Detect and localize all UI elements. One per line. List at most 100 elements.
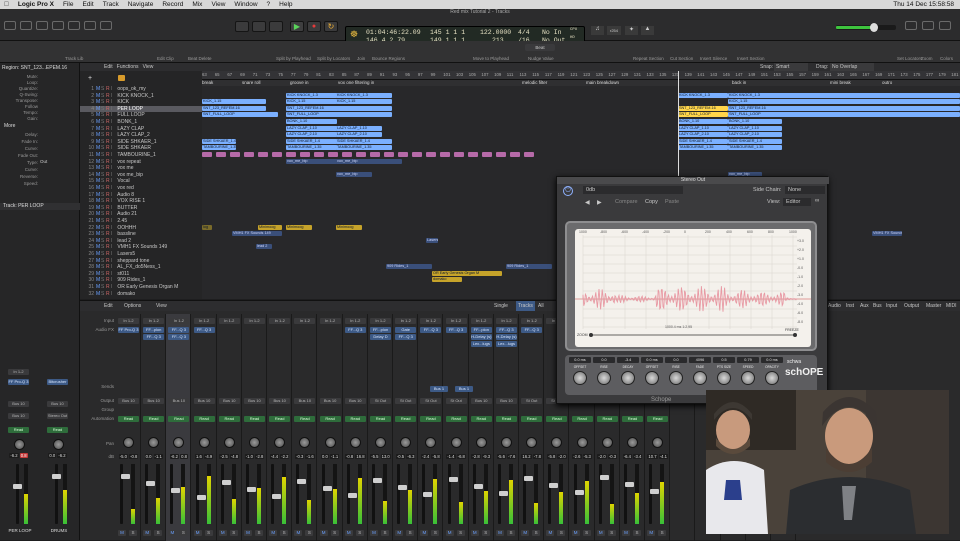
automation-slot[interactable]: Read: [470, 416, 492, 422]
volume-fader[interactable]: [145, 464, 156, 524]
pan-knob[interactable]: [249, 437, 260, 448]
next-preset-icon[interactable]: ▶: [597, 199, 602, 206]
volume-fader[interactable]: [624, 464, 634, 524]
track-name[interactable]: st011: [117, 271, 129, 277]
toolbar-label[interactable]: Bounce Regions: [372, 56, 405, 61]
region[interactable]: [342, 152, 352, 157]
volume-fader[interactable]: [422, 464, 433, 524]
input-slot[interactable]: In 1-2: [8, 369, 29, 375]
input-monitor-button[interactable]: I: [111, 205, 116, 211]
track-header[interactable]: 30 MS RI 909 Rides_1: [80, 277, 202, 283]
prev-preset-icon[interactable]: ◀: [585, 199, 590, 206]
automation-slot[interactable]: Read: [395, 416, 417, 422]
region[interactable]: LAZY CLAP_1.10: [286, 125, 337, 131]
marker[interactable]: mini break: [830, 80, 851, 85]
ruler[interactable]: 63 65 67 69 71 73 75 77 79 81 83 85 87 89 91 93 95 97 99 10…: [202, 71, 960, 80]
filter-output[interactable]: Output: [904, 301, 919, 311]
input-monitor-button[interactable]: I: [111, 264, 116, 270]
menu-help[interactable]: Help: [279, 1, 292, 8]
track-name[interactable]: vox red: [117, 185, 133, 191]
output-slot[interactable]: Bus 10: [118, 398, 139, 404]
mute-button[interactable]: M: [496, 530, 504, 536]
toolbar-label[interactable]: Track Lib: [65, 56, 83, 61]
region[interactable]: TAMBOURINE_1.35: [678, 145, 728, 151]
region[interactable]: [454, 152, 464, 157]
region[interactable]: [244, 152, 254, 157]
region[interactable]: Lasers: [426, 237, 438, 243]
toolbar-label[interactable]: Split by Locators: [317, 56, 350, 61]
menu-window[interactable]: Window: [234, 1, 257, 8]
region[interactable]: [272, 152, 282, 157]
mode-all[interactable]: All: [538, 301, 544, 311]
automation-slot[interactable]: Read: [294, 416, 316, 422]
automation-slot[interactable]: Read: [143, 416, 165, 422]
volume-fader[interactable]: [472, 464, 483, 524]
audio-fx-slot[interactable]: FF...Q 3: [143, 334, 165, 340]
filter-bus[interactable]: Bus: [873, 301, 882, 311]
pan-knob[interactable]: [475, 437, 487, 448]
region[interactable]: SIDE SHKAER_1.4: [336, 138, 392, 144]
toolbar-label[interactable]: Nudge Value: [528, 56, 554, 61]
input-slot[interactable]: In 1-2: [168, 318, 190, 324]
mute-button[interactable]: M: [319, 530, 328, 536]
input-slot[interactable]: In 1-2: [193, 318, 215, 324]
mode-tracks[interactable]: Tracks: [516, 301, 535, 311]
input-slot[interactable]: In 1-2: [420, 318, 442, 324]
region[interactable]: OR Early Genesis Organ M: [432, 270, 502, 276]
volume-fader[interactable]: [52, 464, 61, 524]
region[interactable]: domako: [432, 277, 462, 283]
input-monitor-button[interactable]: I: [111, 192, 116, 198]
track-header[interactable]: 17 MS RI Audio 8: [80, 192, 202, 198]
input-monitor-button[interactable]: I: [111, 178, 116, 184]
output-slot[interactable]: Bus 10: [143, 398, 165, 404]
audio-fx-slot[interactable]: FF...plon: [143, 327, 165, 333]
mute-button[interactable]: M: [596, 530, 605, 536]
region[interactable]: [314, 152, 324, 157]
track-name[interactable]: Vocal: [117, 178, 129, 184]
input-slot[interactable]: In 1-2: [395, 318, 417, 324]
pan-knob[interactable]: [601, 437, 613, 448]
input-slot[interactable]: In 1-2: [344, 318, 366, 324]
region[interactable]: SNT_123_REFEM.16: [728, 105, 960, 111]
toolbar-label[interactable]: Zoom: [921, 56, 933, 61]
track-name[interactable]: PER LOOP: [117, 106, 143, 112]
solo-button[interactable]: S: [204, 530, 213, 536]
mute-button[interactable]: M: [244, 530, 252, 536]
solo-button[interactable]: S: [532, 530, 541, 536]
filter-midi[interactable]: MIDI: [946, 301, 957, 311]
track-header[interactable]: 25 MS RI VMH1 FX Sounds 149: [80, 244, 202, 250]
stop-button[interactable]: [269, 21, 283, 32]
group-slot[interactable]: Stereo Out: [47, 413, 68, 419]
solo-button[interactable]: S: [507, 530, 515, 536]
region[interactable]: [258, 152, 268, 157]
mute-button[interactable]: M: [143, 530, 152, 536]
output-slot[interactable]: Bus 10: [47, 401, 68, 407]
mute-button[interactable]: M: [622, 530, 630, 536]
region[interactable]: log: [202, 224, 212, 230]
track-header[interactable]: 8 MS RI LAZY CLAP_2: [80, 132, 202, 138]
nudge-value-select[interactable]: Beat: [525, 44, 555, 51]
automation-slot[interactable]: Read: [168, 416, 190, 422]
input-monitor-button[interactable]: I: [111, 106, 116, 112]
track-name[interactable]: VMH1 FX Sounds 149: [117, 244, 167, 250]
automation-slot[interactable]: Read: [571, 416, 593, 422]
output-slot[interactable]: Bus 10: [244, 398, 265, 404]
pan-knob[interactable]: [375, 437, 386, 448]
track-header[interactable]: 28 MS RI AL_FX_do5Ness_1: [80, 264, 202, 270]
input-monitor-button[interactable]: I: [111, 198, 116, 204]
scissors-icon[interactable]: [100, 21, 112, 30]
pan-knob[interactable]: [400, 437, 412, 448]
solo-button[interactable]: S: [179, 530, 188, 536]
toolbar-label[interactable]: Beat Delete: [188, 56, 212, 61]
track-inspector-title[interactable]: Track: PER LOOP: [0, 203, 80, 210]
track-header[interactable]: 5 MS RI FULL LOOP: [80, 112, 202, 118]
region[interactable]: LAZY CLAP_1.10: [728, 125, 782, 131]
mute-button[interactable]: M: [546, 530, 555, 536]
dial-knob[interactable]: [669, 371, 683, 385]
metronome-button[interactable]: ▲: [641, 26, 654, 35]
input-slot[interactable]: In 1-2: [143, 318, 165, 324]
input-monitor-button[interactable]: I: [111, 225, 116, 231]
link-icon[interactable]: ∞: [815, 198, 819, 204]
dial-knob[interactable]: [693, 371, 707, 385]
global-tracks-icon[interactable]: [118, 75, 125, 81]
